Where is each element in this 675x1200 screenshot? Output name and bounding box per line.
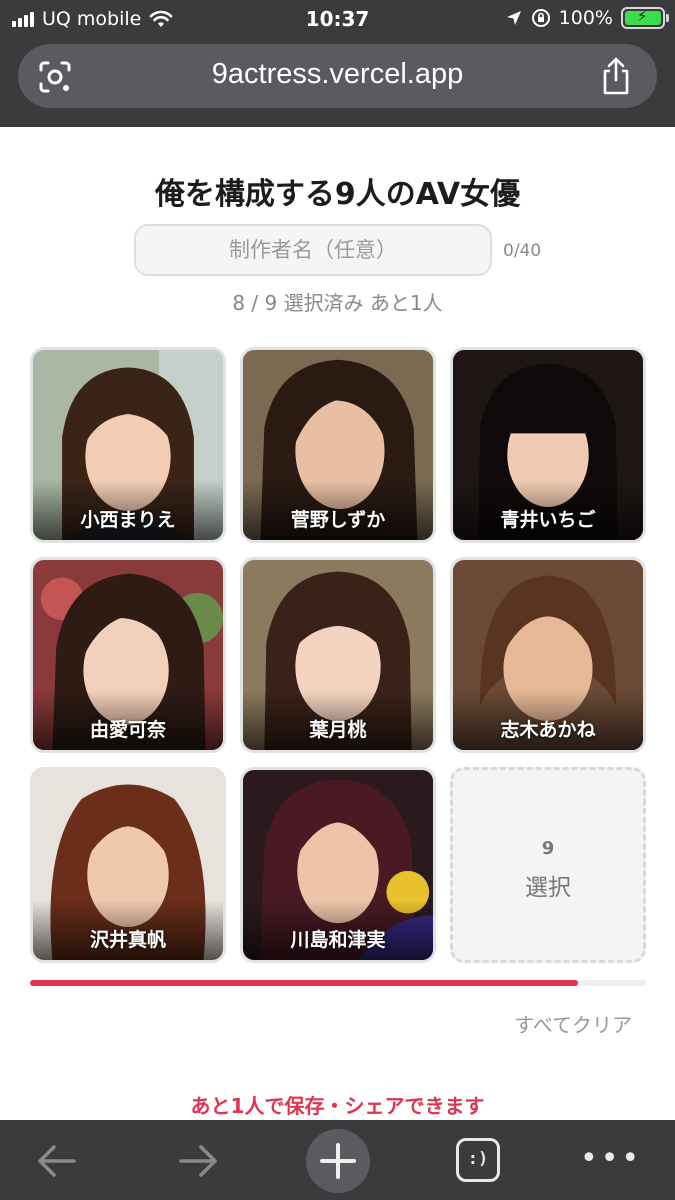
selection-status: 8 / 9 選択済み あと1人 (232, 291, 443, 315)
tabs-icon[interactable]: :) (456, 1138, 500, 1182)
orientation-lock-icon (531, 9, 550, 27)
actress-card[interactable]: 志木あかね (450, 557, 646, 753)
actress-card[interactable]: 小西まりえ (30, 347, 226, 543)
actress-name: 川島和津実 (290, 929, 386, 951)
plus-icon (320, 1143, 356, 1179)
page-content: 俺を構成する9人のAV女優 0/40 8 / 9 選択済み あと1人 小西まりえ (0, 127, 675, 1120)
save-share-hint: あと1人で保存・シェアできます (190, 1094, 485, 1118)
status-bar: UQ mobile 10:37 100% (0, 0, 675, 40)
battery-charging-icon (621, 7, 669, 29)
actress-name: 志木あかね (500, 719, 596, 741)
actress-card[interactable]: 葉月桃 (240, 557, 436, 753)
actress-grid: 小西まりえ 菅野しずか 青井いちご 由愛可奈 葉月桃 志木あかね 沢井真帆 川島… (30, 347, 646, 965)
empty-slot-label: 選択 (525, 875, 571, 901)
clear-all-button[interactable]: すべてクリア (514, 1009, 632, 1038)
actress-name: 葉月桃 (309, 719, 367, 741)
empty-slot[interactable]: 9 選択 (450, 767, 646, 963)
selection-progress-fill (30, 980, 578, 986)
selection-progress (30, 980, 646, 986)
actress-card[interactable]: 由愛可奈 (30, 557, 226, 753)
actress-name: 小西まりえ (80, 509, 176, 531)
back-arrow-icon[interactable] (34, 1138, 80, 1184)
page-title: 俺を構成する9人のAV女優 (154, 177, 521, 212)
empty-slot-number: 9 (541, 838, 555, 859)
more-icon[interactable]: ••• (580, 1144, 642, 1174)
url-bar[interactable]: 9actress.vercel.app (18, 44, 657, 108)
forward-arrow-icon[interactable] (175, 1138, 221, 1184)
location-icon (506, 11, 521, 25)
actress-card[interactable]: 沢井真帆 (30, 767, 226, 963)
actress-card[interactable]: 青井いちご (450, 347, 646, 543)
browser-bottom-toolbar: :) ••• (0, 1120, 675, 1200)
url-text[interactable]: 9actress.vercel.app (18, 58, 657, 91)
status-right: 100% (505, 7, 669, 29)
new-tab-button[interactable] (306, 1129, 370, 1193)
actress-card[interactable]: 菅野しずか (240, 347, 436, 543)
actress-name: 菅野しずか (290, 509, 386, 531)
share-icon[interactable] (599, 56, 633, 96)
battery-percent: 100% (558, 7, 613, 29)
maker-name-input[interactable] (134, 224, 492, 276)
browser-top-chrome: UQ mobile 10:37 100% ⚡ 9actress.vercel.a… (0, 0, 675, 127)
actress-name: 沢井真帆 (89, 929, 166, 951)
char-count: 0/40 (503, 241, 542, 261)
actress-name: 青井いちご (500, 509, 596, 531)
actress-name: 由愛可奈 (89, 719, 166, 741)
actress-card[interactable]: 川島和津実 (240, 767, 436, 963)
